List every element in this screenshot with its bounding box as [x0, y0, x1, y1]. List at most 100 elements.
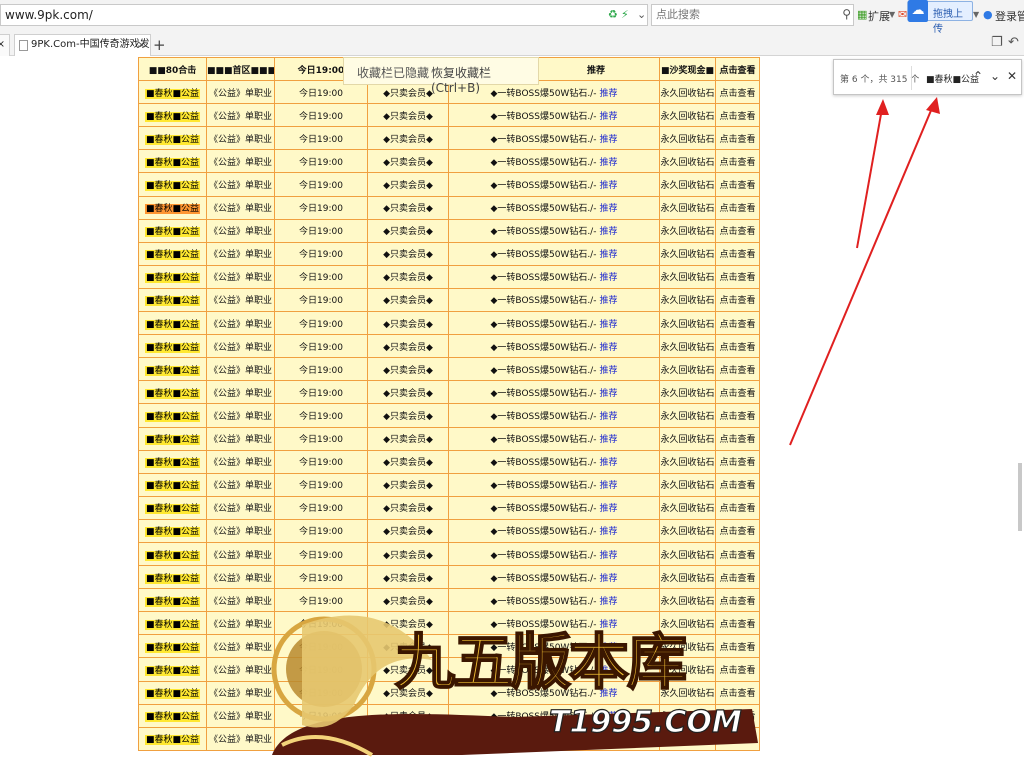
highlighted-match[interactable]: ■春秋■公益	[144, 411, 200, 422]
highlighted-match[interactable]: ■春秋■公益	[144, 619, 200, 630]
recommend-link[interactable]: 推荐	[599, 135, 617, 145]
server-name-cell[interactable]: ■春秋■公益	[138, 518, 207, 543]
view-link-cell[interactable]: 点击查看	[715, 195, 760, 220]
view-link-cell[interactable]: 点击查看	[715, 218, 760, 243]
highlighted-match[interactable]: ■春秋■公益	[144, 365, 200, 376]
server-name-cell[interactable]: ■春秋■公益	[138, 403, 207, 428]
recommend-link[interactable]: 推荐	[599, 112, 617, 122]
recommend-link[interactable]: 推荐	[599, 343, 617, 353]
server-name-cell[interactable]: ■春秋■公益	[138, 426, 207, 451]
view-link-cell[interactable]: 点击查看	[715, 149, 760, 174]
recommend-link[interactable]: 推荐	[599, 181, 617, 191]
extensions-dropdown-icon[interactable]: ▼	[889, 10, 895, 19]
search-input[interactable]	[652, 5, 832, 25]
tab-previous[interactable]: ×	[0, 34, 10, 56]
server-name-cell[interactable]: ■春秋■公益	[138, 565, 207, 590]
view-link-cell[interactable]: 点击查看	[715, 357, 760, 382]
new-tab-button[interactable]: +	[153, 36, 166, 54]
tab-active[interactable]: 9PK.Com-中国传奇游戏发布第一 ×	[14, 34, 151, 56]
extensions-button[interactable]: 扩展	[868, 8, 890, 24]
highlighted-match[interactable]: ■春秋■公益	[144, 481, 200, 492]
search-icon[interactable]: ⚲	[842, 7, 851, 21]
highlighted-match[interactable]: ■春秋■公益	[144, 596, 200, 607]
address-bar[interactable]: www.9pk.com/ ♻ ⚡ ⌄	[0, 4, 648, 26]
search-box[interactable]: ⚲	[651, 4, 854, 26]
highlighted-match[interactable]: ■春秋■公益	[144, 458, 200, 469]
server-name-cell[interactable]: ■春秋■公益	[138, 218, 207, 243]
highlighted-match[interactable]: ■春秋■公益	[144, 665, 200, 676]
recommend-link[interactable]: 推荐	[599, 574, 617, 584]
view-link-cell[interactable]: 点击查看	[715, 241, 760, 266]
highlighted-match[interactable]: ■春秋■公益	[144, 111, 200, 122]
view-link-cell[interactable]: 点击查看	[715, 472, 760, 497]
highlighted-match[interactable]: ■春秋■公益	[144, 157, 200, 168]
view-link-cell[interactable]: 点击查看	[715, 565, 760, 590]
recommend-link[interactable]: 推荐	[599, 504, 617, 514]
view-link-cell[interactable]: 点击查看	[715, 518, 760, 543]
recommend-link[interactable]: 推荐	[599, 527, 617, 537]
recommend-link[interactable]: 推荐	[599, 204, 617, 214]
login-button[interactable]: 登录管家	[995, 8, 1024, 24]
highlighted-match[interactable]: ■春秋■公益	[144, 227, 200, 238]
user-icon[interactable]: ●	[983, 8, 993, 21]
server-name-cell[interactable]: ■春秋■公益	[138, 657, 207, 682]
server-name-cell[interactable]: ■春秋■公益	[138, 311, 207, 336]
highlighted-match[interactable]: ■春秋■公益	[144, 435, 200, 446]
recommend-link[interactable]: 推荐	[599, 551, 617, 561]
header-recommend-cell[interactable]: 推荐	[532, 57, 660, 82]
view-link-cell[interactable]: 点击查看	[715, 334, 760, 359]
recommend-link[interactable]: 推荐	[599, 89, 617, 99]
mail-icon[interactable]: ✉	[898, 8, 907, 21]
header-view-link-cell[interactable]: 点击查看	[715, 57, 760, 82]
highlighted-match[interactable]: ■春秋■公益	[144, 342, 200, 353]
view-link-cell[interactable]: 点击查看	[715, 126, 760, 151]
recommend-link[interactable]: 推荐	[599, 273, 617, 283]
highlighted-match[interactable]: ■春秋■公益	[144, 527, 200, 538]
server-name-cell[interactable]: ■春秋■公益	[138, 264, 207, 289]
server-name-cell[interactable]: ■春秋■公益	[138, 449, 207, 474]
find-input[interactable]: ■春秋■公益	[926, 72, 979, 85]
server-name-cell[interactable]: ■春秋■公益	[138, 126, 207, 151]
lightning-icon[interactable]: ⚡	[621, 8, 629, 21]
server-name-cell[interactable]: ■春秋■公益	[138, 726, 207, 751]
view-link-cell[interactable]: 点击查看	[715, 103, 760, 128]
highlighted-match[interactable]: ■春秋■公益	[144, 642, 200, 653]
highlighted-match[interactable]: ■春秋■公益	[144, 735, 200, 746]
highlighted-match[interactable]: ■春秋■公益	[144, 88, 200, 99]
server-name-cell[interactable]: ■春秋■公益	[138, 287, 207, 313]
view-link-cell[interactable]: 点击查看	[715, 311, 760, 336]
undo-icon[interactable]: ↶	[1008, 35, 1019, 50]
view-link-cell[interactable]: 点击查看	[715, 80, 760, 105]
server-name-cell[interactable]: ■春秋■公益	[138, 634, 207, 659]
view-link-cell[interactable]: 点击查看	[715, 495, 760, 520]
server-name-cell[interactable]: ■春秋■公益	[138, 80, 207, 105]
view-link-cell[interactable]: 点击查看	[715, 380, 760, 405]
extensions-icon[interactable]: ▦	[857, 8, 867, 21]
view-link-cell[interactable]: 点击查看	[715, 426, 760, 451]
server-name-cell[interactable]: ■春秋■公益	[138, 357, 207, 382]
highlighted-match[interactable]: ■春秋■公益	[144, 250, 200, 261]
server-name-cell[interactable]: ■春秋■公益	[138, 588, 207, 613]
recommend-link[interactable]: 推荐	[599, 458, 617, 468]
server-name-cell[interactable]: ■春秋■公益	[138, 334, 207, 359]
server-name-cell[interactable]: ■春秋■公益	[138, 195, 207, 220]
highlighted-match[interactable]: ■春秋■公益	[144, 573, 200, 584]
recommend-link[interactable]: 推荐	[599, 320, 617, 330]
highlighted-match[interactable]: ■春秋■公益	[144, 204, 200, 215]
highlighted-match[interactable]: ■春秋■公益	[144, 134, 200, 145]
recommend-link[interactable]: 推荐	[599, 250, 617, 260]
highlighted-match[interactable]: ■春秋■公益	[144, 319, 200, 330]
highlighted-match[interactable]: ■春秋■公益	[144, 504, 200, 515]
upload-dropdown-icon[interactable]: ▼	[973, 10, 979, 19]
recommend-link[interactable]: 推荐	[599, 389, 617, 399]
address-url[interactable]: www.9pk.com/	[5, 8, 93, 22]
server-name-cell[interactable]: ■春秋■公益	[138, 611, 207, 636]
close-tab-icon[interactable]: ×	[137, 35, 146, 55]
view-link-cell[interactable]: 点击查看	[715, 287, 760, 313]
restore-favorites-link[interactable]: 恢复收藏栏(Ctrl+B)	[431, 64, 538, 95]
server-name-cell[interactable]: ■春秋■公益	[138, 149, 207, 174]
server-name-cell[interactable]: ■春秋■公益	[138, 495, 207, 520]
server-name-cell[interactable]: ■春秋■公益	[138, 172, 207, 197]
restore-tabs-icon[interactable]: ❐	[991, 35, 1003, 50]
view-link-cell[interactable]: 点击查看	[715, 403, 760, 428]
